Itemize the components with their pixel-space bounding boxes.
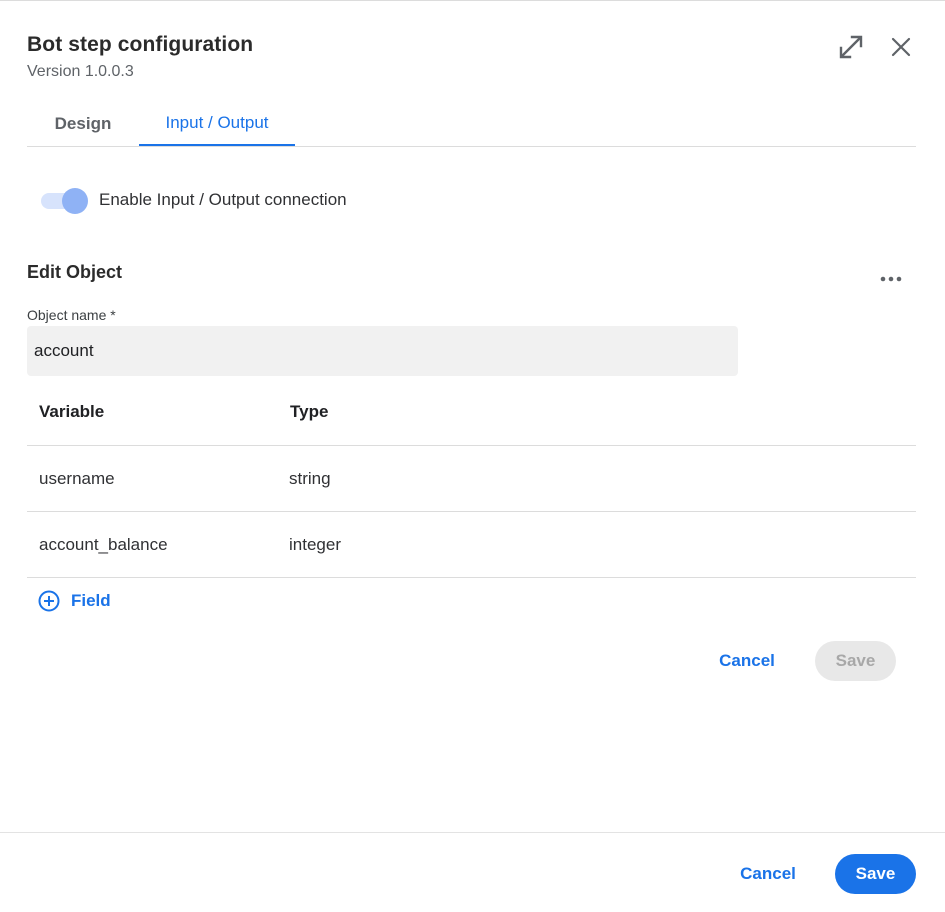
more-horizontal-icon xyxy=(880,276,902,282)
table-header-row: Variable Type xyxy=(27,378,916,446)
bot-step-configuration-dialog: Bot step configuration Version 1.0.0.3 D… xyxy=(0,0,945,912)
table-row[interactable]: username string xyxy=(27,446,916,512)
variable-cell: username xyxy=(39,468,115,488)
edit-object-cancel-button[interactable]: Cancel xyxy=(706,641,788,681)
dialog-title: Bot step configuration xyxy=(27,33,254,56)
more-options-button[interactable] xyxy=(876,267,906,291)
toggle-knob xyxy=(62,188,88,214)
dialog-version: Version 1.0.0.3 xyxy=(27,63,134,80)
close-icon xyxy=(891,37,911,57)
enable-io-toggle[interactable] xyxy=(41,188,89,214)
add-circle-icon xyxy=(38,590,60,612)
type-cell: string xyxy=(289,468,331,488)
tab-bar: Design Input / Output xyxy=(27,101,916,147)
table-row[interactable]: account_balance integer xyxy=(27,512,916,578)
object-name-input[interactable] xyxy=(27,326,738,376)
dialog-save-button[interactable]: Save xyxy=(835,854,916,894)
tab-input-output[interactable]: Input / Output xyxy=(139,101,295,146)
variable-cell: account_balance xyxy=(39,534,168,554)
variables-table: Variable Type username string account_ba… xyxy=(27,378,916,578)
edit-object-save-button[interactable]: Save xyxy=(815,641,896,681)
edit-object-title: Edit Object xyxy=(27,262,123,282)
add-field-button[interactable]: Field xyxy=(38,589,111,613)
column-header-variable: Variable xyxy=(39,401,105,421)
type-cell: integer xyxy=(289,534,341,554)
dialog-cancel-button[interactable]: Cancel xyxy=(727,854,809,894)
close-button[interactable] xyxy=(887,33,915,61)
object-name-label: Object name * xyxy=(27,307,116,323)
footer-divider xyxy=(0,832,945,833)
enable-io-toggle-label: Enable Input / Output connection xyxy=(99,190,347,209)
expand-button[interactable] xyxy=(837,33,865,61)
column-header-type: Type xyxy=(290,401,329,421)
tab-design[interactable]: Design xyxy=(27,101,139,146)
add-field-label: Field xyxy=(71,591,111,610)
expand-icon xyxy=(839,35,863,59)
